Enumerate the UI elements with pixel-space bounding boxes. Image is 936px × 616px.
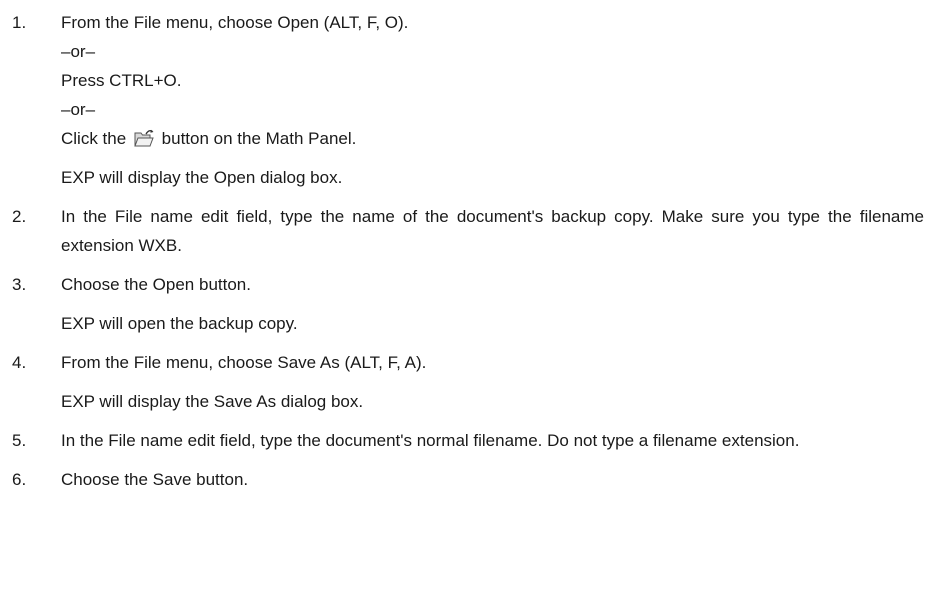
step-text: Choose the Open button. (61, 275, 251, 294)
icon-instruction-after: button on the Math Panel. (161, 129, 357, 148)
step-1: 1. From the File menu, choose Open (ALT,… (12, 8, 924, 192)
or-separator: –or– (61, 100, 96, 119)
step-3: 3. Choose the Open button. EXP will open… (12, 270, 924, 338)
step-2: 2. In the File name edit field, type the… (12, 202, 924, 260)
step-result: EXP will display the Save As dialog box. (61, 392, 364, 411)
step-4: 4. From the File menu, choose Save As (A… (12, 348, 924, 416)
step-text: From the File menu, choose Save As (ALT,… (61, 353, 427, 372)
step-text: Choose the Save button. (61, 470, 249, 489)
step-6: 6. Choose the Save button. (12, 465, 924, 494)
instruction-steps: 1. From the File menu, choose Open (ALT,… (12, 8, 924, 494)
step-number: 3. (12, 275, 27, 294)
step-number: 1. (12, 13, 27, 32)
step-text: In the File name edit field, type the do… (61, 431, 800, 450)
or-separator: –or– (61, 42, 96, 61)
step-number: 4. (12, 353, 27, 372)
step-text: Press CTRL+O. (61, 71, 182, 90)
step-text: From the File menu, choose Open (ALT, F,… (61, 13, 409, 32)
step-number: 5. (12, 431, 27, 450)
open-folder-icon (133, 128, 155, 150)
step-text: In the File name edit field, type the na… (61, 207, 924, 255)
step-result: EXP will open the backup copy. (61, 314, 298, 333)
step-number: 2. (12, 207, 27, 226)
icon-instruction-before: Click the (61, 129, 127, 148)
icon-instruction: Click the button on the Math Panel. (61, 124, 924, 153)
step-result: EXP will display the Open dialog box. (61, 168, 343, 187)
step-5: 5. In the File name edit field, type the… (12, 426, 924, 455)
step-number: 6. (12, 470, 27, 489)
